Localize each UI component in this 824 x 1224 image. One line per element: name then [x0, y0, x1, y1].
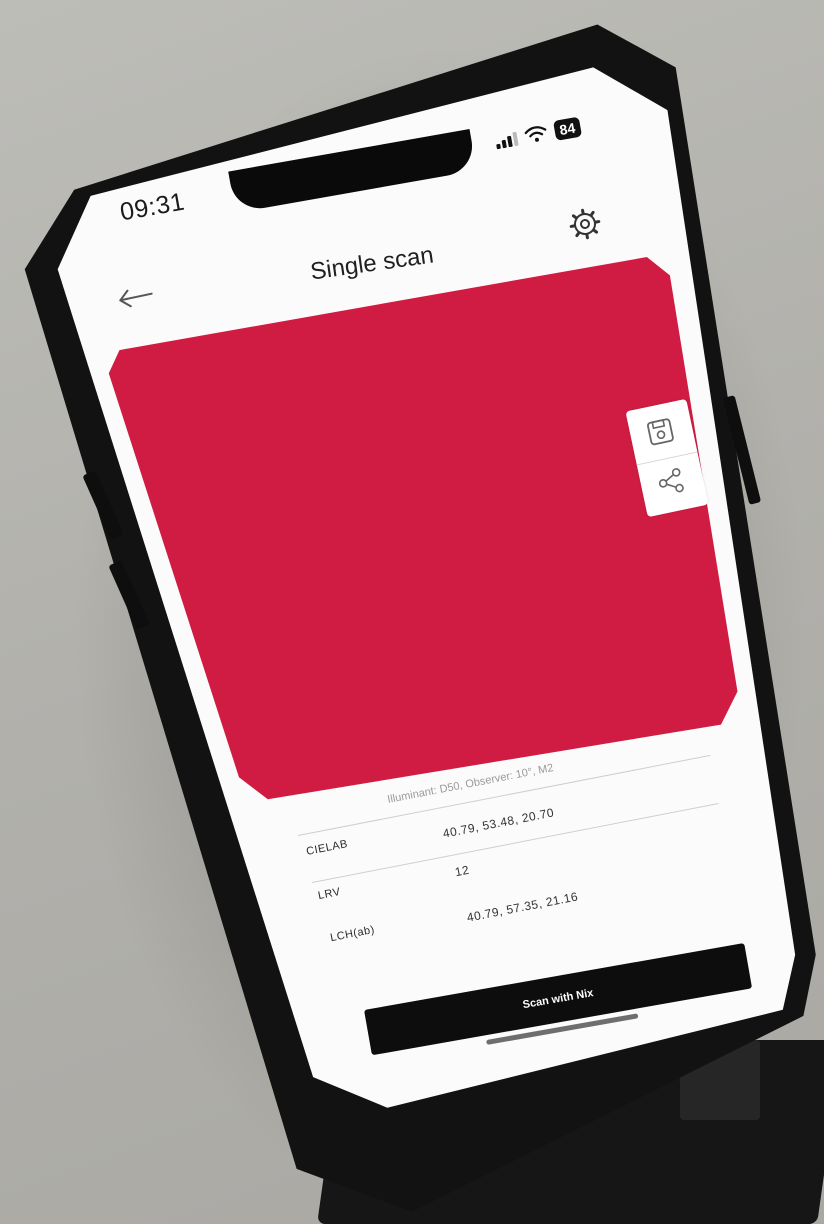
wifi-icon	[524, 126, 547, 142]
row-value-lrv: 12	[453, 862, 471, 880]
panel-divider	[636, 451, 698, 466]
gear-icon[interactable]	[565, 204, 604, 243]
signal-icon	[494, 130, 519, 150]
save-icon[interactable]	[644, 415, 677, 448]
share-icon[interactable]	[654, 465, 687, 498]
